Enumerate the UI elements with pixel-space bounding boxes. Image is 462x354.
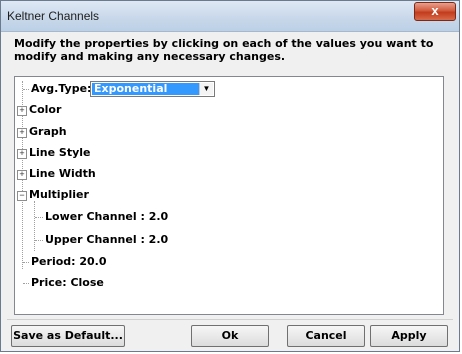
tree-connector — [23, 283, 29, 284]
window-title: Keltner Channels — [7, 9, 100, 23]
tree-item-period[interactable]: Period: 20.0 — [31, 254, 107, 270]
title-bar: Keltner Channels x — [1, 1, 459, 32]
dialog-body: Modify the properties by clicking on eac… — [7, 34, 453, 347]
collapse-multiplier-icon[interactable]: − — [17, 191, 27, 201]
tree-connector — [23, 262, 29, 263]
properties-tree: Avg.Type: Exponential ▼ + Color + Graph … — [14, 76, 444, 315]
expand-line-width-icon[interactable]: + — [17, 170, 27, 180]
expand-color-icon[interactable]: + — [17, 106, 27, 116]
cancel-button[interactable]: Cancel — [287, 325, 365, 347]
tree-connector — [35, 240, 43, 241]
apply-button[interactable]: Apply — [370, 325, 448, 347]
tree-item-lower-channel[interactable]: Lower Channel : 2.0 — [45, 209, 168, 225]
expand-graph-icon[interactable]: + — [17, 128, 27, 138]
tree-connector — [35, 217, 43, 218]
ok-button[interactable]: Ok — [191, 325, 269, 347]
tree-item-color[interactable]: Color — [29, 102, 61, 118]
tree-item-price[interactable]: Price: Close — [31, 275, 104, 291]
footer-divider — [7, 319, 453, 320]
tree-item-multiplier[interactable]: Multiplier — [29, 187, 89, 203]
tree-item-upper-channel[interactable]: Upper Channel : 2.0 — [45, 232, 168, 248]
expand-line-style-icon[interactable]: + — [17, 149, 27, 159]
dialog-window: Keltner Channels x Modify the properties… — [0, 0, 460, 352]
tree-item-line-style[interactable]: Line Style — [29, 145, 90, 161]
chevron-down-icon[interactable]: ▼ — [199, 83, 213, 95]
tree-item-line-width[interactable]: Line Width — [29, 166, 96, 182]
tree-connector — [34, 201, 35, 251]
save-as-default-button[interactable]: Save as Default... — [11, 325, 125, 347]
tree-item-avg-type[interactable]: Avg.Type: — [31, 81, 91, 97]
tree-item-graph[interactable]: Graph — [29, 124, 67, 140]
close-button[interactable]: x — [414, 2, 456, 21]
instruction-text: Modify the properties by clicking on eac… — [14, 37, 434, 63]
avg-type-select[interactable]: Exponential ▼ — [90, 81, 215, 97]
tree-connector — [23, 89, 29, 90]
avg-type-label: Avg.Type: — [31, 82, 92, 95]
close-icon: x — [431, 3, 439, 18]
avg-type-value: Exponential — [92, 83, 199, 95]
